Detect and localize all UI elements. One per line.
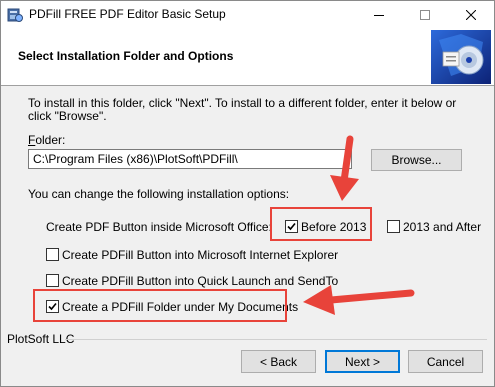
- browse-button[interactable]: Browse...: [371, 149, 462, 171]
- close-button[interactable]: [448, 1, 494, 29]
- internet-explorer-button-label[interactable]: Create PDFill Button into Microsoft Inte…: [62, 248, 338, 262]
- installer-logo-icon: [431, 30, 491, 84]
- red-arrow-left-icon: [303, 285, 415, 315]
- options-intro-text: You can change the following installatio…: [28, 187, 290, 201]
- red-arrow-down-icon: [330, 135, 359, 201]
- folder-path-input[interactable]: [28, 149, 352, 169]
- window-title: PDFill FREE PDF Editor Basic Setup: [29, 7, 226, 21]
- folder-label-text: older:: [35, 133, 66, 147]
- back-button[interactable]: < Back: [241, 350, 316, 373]
- highlight-box-before-2013: [270, 207, 372, 241]
- maximize-button[interactable]: [402, 1, 448, 29]
- setup-window: PDFill FREE PDF Editor Basic Setup Selec…: [0, 0, 495, 387]
- title-bar[interactable]: PDFill FREE PDF Editor Basic Setup: [1, 1, 494, 29]
- installer-app-icon: [7, 8, 23, 22]
- cancel-button[interactable]: Cancel: [408, 350, 483, 373]
- highlight-box-my-documents: [33, 289, 287, 322]
- header-banner: Select Installation Folder and Options: [1, 29, 494, 86]
- quick-launch-checkbox[interactable]: [46, 274, 59, 287]
- close-icon: [466, 10, 476, 20]
- quick-launch-label[interactable]: Create PDFill Button into Quick Launch a…: [62, 274, 338, 288]
- 2013-and-after-label[interactable]: 2013 and After: [403, 220, 481, 234]
- 2013-and-after-checkbox[interactable]: [387, 220, 400, 233]
- next-button[interactable]: Next >: [325, 350, 400, 373]
- maximize-icon: [420, 10, 430, 20]
- minimize-button[interactable]: [356, 1, 402, 29]
- page-title: Select Installation Folder and Options: [18, 49, 234, 63]
- footer-divider: [65, 339, 487, 340]
- internet-explorer-button-checkbox[interactable]: [46, 248, 59, 261]
- folder-label: Folder:: [28, 133, 65, 147]
- office-option-label: Create PDF Button inside Microsoft Offic…: [46, 220, 272, 234]
- instructions-text: To install in this folder, click "Next".…: [28, 96, 457, 123]
- minimize-icon: [374, 15, 384, 16]
